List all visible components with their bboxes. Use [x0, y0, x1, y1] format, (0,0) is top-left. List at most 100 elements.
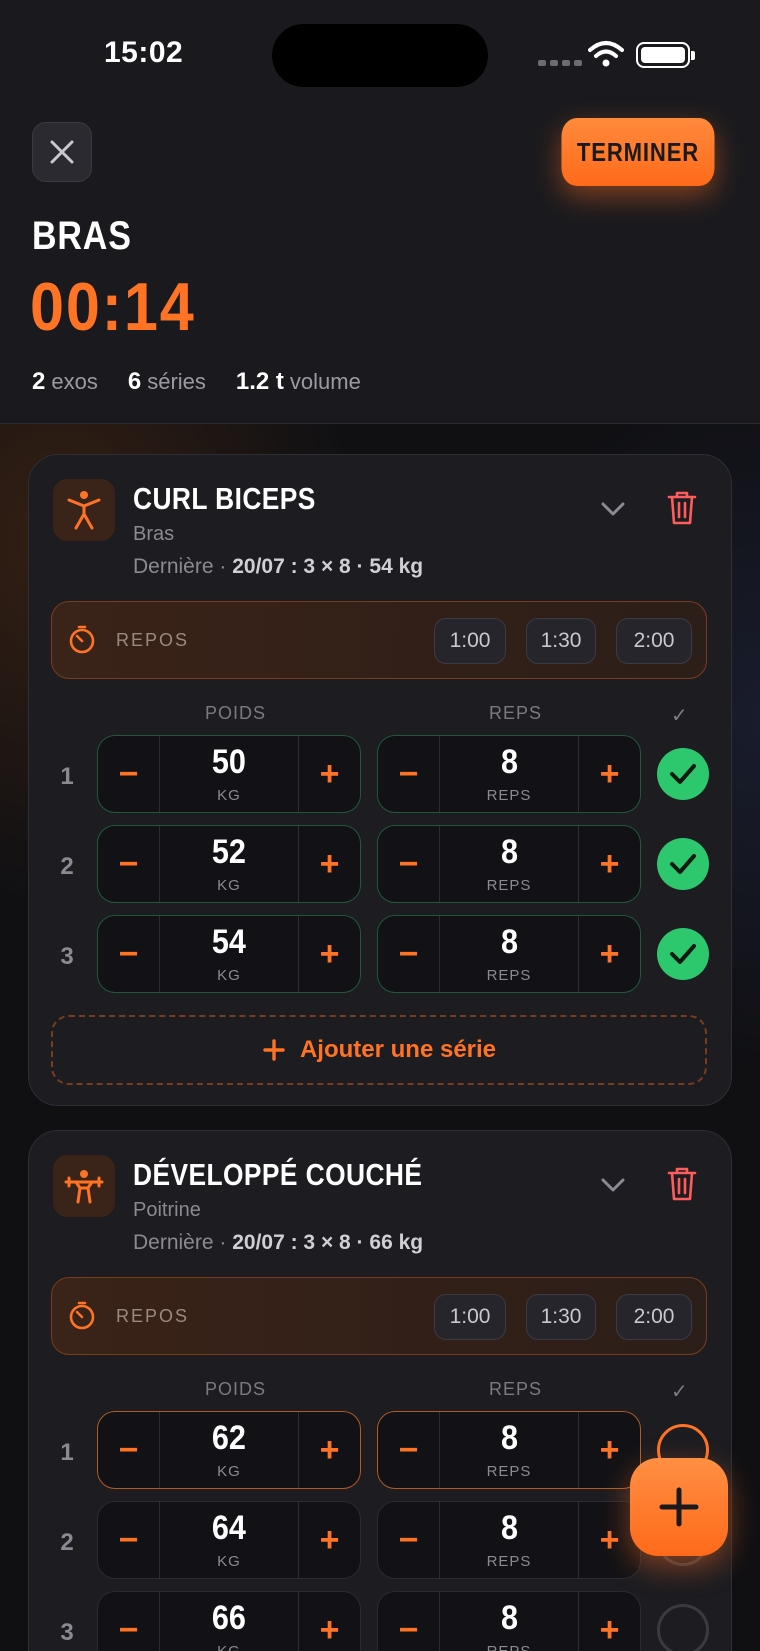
weight-increment-button[interactable]: +: [298, 736, 360, 812]
column-header-done: ✓: [671, 1381, 689, 1403]
weight-decrement-button[interactable]: −: [98, 1502, 160, 1578]
status-time: 15:02: [104, 36, 184, 69]
rest-timer-bar: REPOS 1:00 1:30 2:00: [51, 1277, 707, 1355]
trash-icon[interactable]: [665, 489, 699, 527]
weight-increment-button[interactable]: +: [298, 1502, 360, 1578]
weight-stepper: − 66 KG +: [97, 1591, 361, 1651]
reps-unit: REPS: [486, 786, 532, 804]
weight-value[interactable]: 64: [212, 1511, 246, 1545]
exercise-name: DÉVELOPPÉ COUCHÉ: [133, 1157, 423, 1192]
weight-stepper: − 62 KG +: [97, 1411, 361, 1489]
column-header-done: ✓: [671, 705, 689, 727]
reps-stepper: − 8 REPS +: [377, 825, 641, 903]
timer-icon: [69, 625, 95, 654]
finish-button[interactable]: TERMINER: [561, 118, 715, 186]
reps-decrement-button[interactable]: −: [378, 826, 440, 902]
set-complete-checkbox[interactable]: [657, 1604, 709, 1651]
set-number: 1: [60, 763, 74, 790]
weight-decrement-button[interactable]: −: [98, 1592, 160, 1651]
reps-decrement-button[interactable]: −: [378, 1592, 440, 1651]
plus-icon: [263, 1039, 285, 1061]
chevron-down-icon[interactable]: [595, 1167, 631, 1203]
weight-value[interactable]: 62: [212, 1421, 246, 1455]
close-icon: [50, 140, 74, 164]
add-set-button[interactable]: Ajouter une série: [51, 1015, 707, 1085]
column-header-weight: POIDS: [205, 703, 267, 723]
workout-stats: 2 exos 6 séries 1.2 t volume: [32, 368, 361, 396]
reps-decrement-button[interactable]: −: [378, 916, 440, 992]
reps-value[interactable]: 8: [500, 925, 517, 959]
weight-increment-button[interactable]: +: [298, 826, 360, 902]
column-header-reps: REPS: [489, 703, 543, 723]
stat-exercises: 2 exos: [32, 368, 98, 395]
rest-option-2-00[interactable]: 2:00: [616, 1294, 692, 1340]
set-complete-checkbox[interactable]: [657, 838, 709, 890]
weight-unit: KG: [217, 966, 241, 984]
reps-decrement-button[interactable]: −: [378, 736, 440, 812]
rest-option-1-00[interactable]: 1:00: [434, 1294, 506, 1340]
exercise-muscle: Poitrine: [133, 1199, 201, 1221]
set-number: 2: [60, 1529, 74, 1556]
weight-unit: KG: [217, 1462, 241, 1480]
weight-value[interactable]: 66: [212, 1601, 246, 1635]
cellular-signal-icon: [538, 60, 582, 66]
weight-decrement-button[interactable]: −: [98, 916, 160, 992]
reps-unit: REPS: [486, 1462, 532, 1480]
column-header-weight: POIDS: [205, 1379, 267, 1399]
stat-volume: 1.2 t volume: [235, 368, 361, 395]
weight-value[interactable]: 52: [212, 835, 246, 869]
reps-increment-button[interactable]: +: [578, 916, 640, 992]
weight-increment-button[interactable]: +: [298, 1592, 360, 1651]
reps-unit: REPS: [486, 1552, 532, 1570]
reps-value[interactable]: 8: [500, 1511, 517, 1545]
set-number: 3: [60, 943, 74, 970]
set-number: 2: [60, 853, 74, 880]
weight-value[interactable]: 50: [212, 745, 246, 779]
reps-increment-button[interactable]: +: [578, 736, 640, 812]
rest-label: REPOS: [116, 1306, 190, 1326]
reps-value[interactable]: 8: [500, 745, 517, 779]
reps-unit: REPS: [486, 876, 532, 894]
close-button[interactable]: [32, 122, 92, 182]
exercise-last-session: Dernière · 20/07 : 3 × 8 · 54 kg: [133, 555, 424, 578]
set-complete-checkbox[interactable]: [657, 928, 709, 980]
weight-stepper: − 64 KG +: [97, 1501, 361, 1579]
reps-decrement-button[interactable]: −: [378, 1502, 440, 1578]
rest-option-1-30[interactable]: 1:30: [526, 1294, 596, 1340]
barbell-lifter-icon: [53, 1155, 115, 1217]
chevron-down-icon[interactable]: [595, 491, 631, 527]
exercise-card: CURL BICEPS Bras Dernière · 20/07 : 3 × …: [28, 454, 732, 1106]
set-complete-checkbox[interactable]: [657, 748, 709, 800]
weight-stepper: − 54 KG +: [97, 915, 361, 993]
reps-unit: REPS: [486, 966, 532, 984]
workout-title: BRAS: [32, 214, 132, 258]
weight-increment-button[interactable]: +: [298, 916, 360, 992]
reps-increment-button[interactable]: +: [578, 826, 640, 902]
reps-value[interactable]: 8: [500, 835, 517, 869]
weight-decrement-button[interactable]: −: [98, 736, 160, 812]
rest-option-2-00[interactable]: 2:00: [616, 618, 692, 664]
set-number: 1: [60, 1439, 74, 1466]
timer-icon: [69, 1301, 95, 1330]
checkmark-icon: [670, 854, 696, 874]
column-header-reps: REPS: [489, 1379, 543, 1399]
weight-unit: KG: [217, 876, 241, 894]
reps-decrement-button[interactable]: −: [378, 1412, 440, 1488]
reps-value[interactable]: 8: [500, 1601, 517, 1635]
weight-decrement-button[interactable]: −: [98, 826, 160, 902]
dynamic-island: [272, 24, 488, 87]
stat-sets: 6 séries: [127, 368, 206, 395]
reps-value[interactable]: 8: [500, 1421, 517, 1455]
trash-icon[interactable]: [665, 1165, 699, 1203]
workout-timer: 00:14: [30, 269, 196, 345]
checkmark-icon: [670, 944, 696, 964]
weight-value[interactable]: 54: [212, 925, 246, 959]
weight-decrement-button[interactable]: −: [98, 1412, 160, 1488]
weight-stepper: − 50 KG +: [97, 735, 361, 813]
rest-option-1-00[interactable]: 1:00: [434, 618, 506, 664]
weight-increment-button[interactable]: +: [298, 1412, 360, 1488]
reps-increment-button[interactable]: +: [578, 1592, 640, 1651]
add-exercise-fab[interactable]: [630, 1458, 728, 1556]
exercise-last-session: Dernière · 20/07 : 3 × 8 · 66 kg: [133, 1231, 424, 1254]
rest-option-1-30[interactable]: 1:30: [526, 618, 596, 664]
